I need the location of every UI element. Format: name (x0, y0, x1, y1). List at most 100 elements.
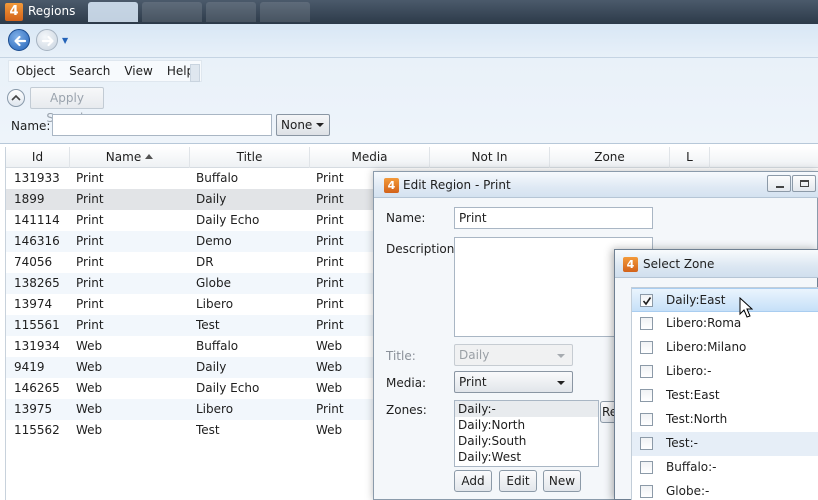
column-header-l[interactable]: L (670, 147, 710, 168)
zone-item[interactable]: Libero:Milano (632, 336, 818, 360)
forward-arrow-icon (41, 35, 54, 47)
cell-id: 138265 (14, 276, 60, 290)
apply-search-button[interactable]: Apply Search (30, 87, 104, 125)
media-select[interactable]: Print (454, 371, 573, 393)
cell-title: Globe (196, 276, 231, 290)
zone-item[interactable]: Test:East (632, 384, 818, 408)
column-header-zone[interactable]: Zone (550, 147, 670, 168)
zone-item[interactable]: Buffalo:- (632, 456, 818, 480)
cell-title: Buffalo (196, 171, 239, 185)
forward-button[interactable] (36, 29, 58, 51)
toolbar-area: ▼ Object Search View Help Apply Search N… (0, 24, 818, 144)
edit-zone-button[interactable]: Edit (499, 470, 537, 492)
maximize-icon (800, 180, 809, 187)
zone-checkbox[interactable] (640, 437, 653, 450)
cell-id: 9419 (14, 360, 45, 374)
cell-title: Demo (196, 234, 232, 248)
zone-item[interactable]: Libero:Roma (632, 312, 818, 336)
back-button[interactable] (8, 29, 30, 51)
zone-item-label: Test:- (666, 436, 699, 450)
zone-checklist: Daily:East Libero:Roma Libero:Milano Libero… (631, 287, 818, 500)
name-filter-input[interactable] (52, 114, 272, 136)
app-logo-icon: 4 (384, 178, 399, 193)
cell-media: Print (316, 297, 344, 311)
cell-id: 13975 (14, 402, 53, 416)
match-mode-value: None (281, 118, 313, 132)
cell-media: Web (316, 360, 343, 374)
name-label: Name: (386, 211, 426, 225)
media-select-value: Print (459, 375, 487, 389)
zone-item-label: Libero:- (666, 364, 712, 378)
checkmark-icon (642, 297, 652, 306)
zone-checkbox[interactable] (640, 294, 653, 307)
menu-view[interactable]: View (117, 61, 159, 81)
zone-item[interactable]: Libero:- (632, 360, 818, 384)
column-header-title[interactable]: Title (190, 147, 310, 168)
minimize-button[interactable] (767, 175, 791, 192)
zone-checkbox[interactable] (640, 389, 653, 402)
select-zone-title: Select Zone (643, 257, 715, 271)
cell-title: Test (196, 423, 220, 437)
window-title-bar: 4 Regions (0, 0, 818, 24)
column-header-id[interactable]: Id (6, 147, 70, 168)
zone-checkbox[interactable] (640, 485, 653, 498)
menu-search[interactable]: Search (62, 61, 117, 81)
cell-id: 146316 (14, 234, 60, 248)
zone-item[interactable]: Daily:East (632, 288, 818, 312)
zone-checkbox[interactable] (640, 341, 653, 354)
zone-item-label: Libero:Roma (666, 316, 742, 330)
menu-object[interactable]: Object (9, 61, 62, 81)
zone-checkbox[interactable] (640, 317, 653, 330)
cell-id: 115561 (14, 318, 60, 332)
region-name-input[interactable]: Print (454, 207, 653, 229)
cell-id: 74056 (14, 255, 53, 269)
match-mode-select[interactable]: None (276, 114, 330, 136)
zone-list-item[interactable]: Daily:West (455, 449, 598, 465)
cell-name: Print (76, 297, 104, 311)
background-tab (260, 2, 310, 22)
history-dropdown-icon[interactable]: ▼ (62, 36, 68, 45)
zone-item-label: Libero:Milano (666, 340, 747, 354)
cell-name: Web (76, 339, 103, 353)
zone-item[interactable]: Test:North (632, 408, 818, 432)
cell-name: Print (76, 318, 104, 332)
zone-list-item[interactable]: Daily:- (455, 401, 598, 417)
title-select-value: Daily (459, 348, 490, 362)
cell-media: Print (316, 255, 344, 269)
cell-media: Web (316, 381, 343, 395)
background-tab (88, 2, 138, 22)
zone-item[interactable]: Test:- (632, 432, 818, 456)
new-zone-button[interactable]: New (543, 470, 581, 492)
cell-id: 146265 (14, 381, 60, 395)
zone-checkbox[interactable] (640, 461, 653, 474)
description-label: Description: (386, 242, 459, 256)
zones-list[interactable]: Daily:- Daily:North Daily:South Daily:We… (454, 400, 599, 467)
menu-grip-handle[interactable] (190, 64, 200, 82)
column-header-media[interactable]: Media (310, 147, 430, 168)
maximize-button[interactable] (792, 175, 816, 192)
zone-list-item[interactable]: Daily:South (455, 433, 598, 449)
cell-media: Print (316, 276, 344, 290)
background-tab (142, 2, 202, 22)
cell-title: Daily (196, 360, 227, 374)
zone-checkbox[interactable] (640, 365, 653, 378)
zone-checkbox[interactable] (640, 413, 653, 426)
zone-list-item[interactable]: Daily:North (455, 417, 598, 433)
cell-name: Print (76, 255, 104, 269)
cell-name: Print (76, 192, 104, 206)
cell-name: Web (76, 381, 103, 395)
sort-ascending-icon (145, 154, 154, 159)
zone-item[interactable]: Globe:- (632, 480, 818, 500)
back-arrow-icon (14, 35, 27, 47)
title-select[interactable]: Daily (454, 344, 573, 366)
column-header-not-in[interactable]: Not In (430, 147, 550, 168)
column-header-name[interactable]: Name (70, 147, 190, 168)
add-zone-button[interactable]: Add (454, 470, 492, 492)
cell-media: Print (316, 171, 344, 185)
collapse-search-button[interactable] (7, 89, 25, 107)
cell-title: Daily Echo (196, 213, 260, 227)
cell-name: Print (76, 171, 104, 185)
background-tab (206, 2, 256, 22)
cell-media: Print (316, 192, 344, 206)
cell-id: 1899 (14, 192, 45, 206)
